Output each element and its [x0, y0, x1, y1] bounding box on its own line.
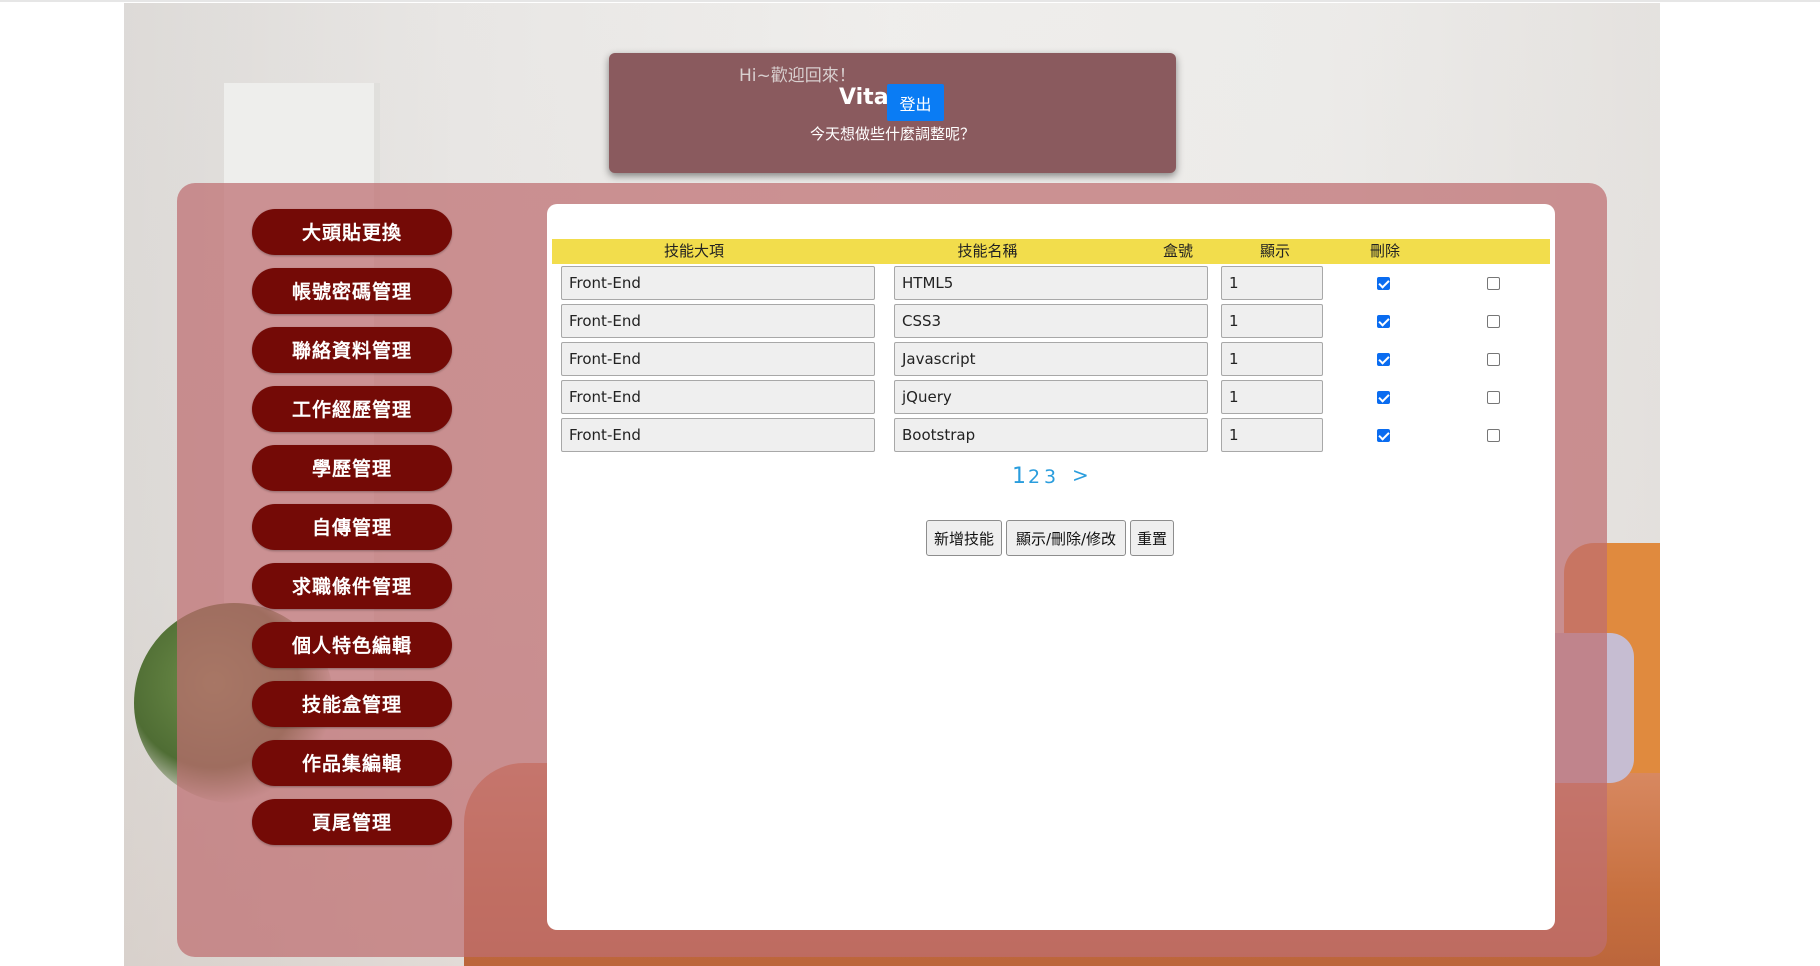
table-row: Front-End HTML5 1	[547, 266, 1555, 302]
skill-name-input[interactable]: Bootstrap	[894, 418, 1208, 452]
skill-name-input[interactable]: Javascript	[894, 342, 1208, 376]
table-header: 技能大項 技能名稱 盒號 顯示 刪除	[552, 239, 1550, 264]
box-number-input[interactable]: 1	[1221, 266, 1323, 300]
menu-footer-button[interactable]: 頁尾管理	[252, 799, 452, 845]
delete-checkbox[interactable]	[1487, 391, 1500, 404]
menu-job-conditions-button[interactable]: 求職條件管理	[252, 563, 452, 609]
menu-autobiography-button[interactable]: 自傳管理	[252, 504, 452, 550]
top-border	[0, 0, 1820, 2]
sidebar-menu: 大頭貼更換 帳號密碼管理 聯絡資料管理 工作經歷管理 學歷管理 自傳管理 求職條…	[252, 209, 452, 858]
category-input[interactable]: Front-End	[561, 266, 875, 300]
greeting-subtitle: 今天想做些什麼調整呢？	[809, 125, 975, 143]
category-input[interactable]: Front-End	[561, 380, 875, 414]
header-delete: 刪除	[1369, 242, 1400, 260]
menu-experience-button[interactable]: 工作經歷管理	[252, 386, 452, 432]
user-name: Vita	[839, 85, 889, 110]
show-checkbox[interactable]	[1377, 277, 1390, 290]
next-page-icon[interactable]: >	[1072, 463, 1089, 487]
header-show: 顯示	[1259, 242, 1290, 260]
menu-contact-button[interactable]: 聯絡資料管理	[252, 327, 452, 373]
menu-account-button[interactable]: 帳號密碼管理	[252, 268, 452, 314]
add-skill-button[interactable]: 新增技能	[926, 520, 1002, 556]
skill-name-input[interactable]: CSS3	[894, 304, 1208, 338]
page-link-3[interactable]: 3	[1044, 466, 1056, 488]
update-skills-button[interactable]: 顯示/刪除/修改	[1006, 520, 1126, 556]
delete-checkbox[interactable]	[1487, 353, 1500, 366]
delete-checkbox[interactable]	[1487, 429, 1500, 442]
box-number-input[interactable]: 1	[1221, 342, 1323, 376]
menu-avatar-button[interactable]: 大頭貼更換	[252, 209, 452, 255]
greeting-card: Hi~歡迎回來！ Vita 登出 今天想做些什麼調整呢？	[609, 53, 1176, 173]
page-link-1[interactable]: 1	[1012, 464, 1026, 489]
box-number-input[interactable]: 1	[1221, 418, 1323, 452]
delete-checkbox[interactable]	[1487, 277, 1500, 290]
delete-checkbox[interactable]	[1487, 315, 1500, 328]
page-link-2[interactable]: 2	[1028, 466, 1040, 488]
menu-skills-button[interactable]: 技能盒管理	[252, 681, 452, 727]
greeting-hi: Hi~歡迎回來！	[739, 66, 856, 86]
table-row: Front-End CSS3 1	[547, 304, 1555, 340]
header-box: 盒號	[1162, 242, 1193, 260]
header-name: 技能名稱	[957, 242, 1018, 260]
table-row: Front-End Javascript 1	[547, 342, 1555, 378]
show-checkbox[interactable]	[1377, 429, 1390, 442]
skills-content: 技能大項 技能名稱 盒號 顯示 刪除 Front-End HTML5 1 Fro…	[547, 204, 1555, 930]
header-category: 技能大項	[663, 242, 724, 260]
box-number-input[interactable]: 1	[1221, 380, 1323, 414]
show-checkbox[interactable]	[1377, 315, 1390, 328]
table-row: Front-End Bootstrap 1	[547, 418, 1555, 454]
category-input[interactable]: Front-End	[561, 304, 875, 338]
menu-education-button[interactable]: 學歷管理	[252, 445, 452, 491]
box-number-input[interactable]: 1	[1221, 304, 1323, 338]
menu-traits-button[interactable]: 個人特色編輯	[252, 622, 452, 668]
table-row: Front-End jQuery 1	[547, 380, 1555, 416]
show-checkbox[interactable]	[1377, 353, 1390, 366]
category-input[interactable]: Front-End	[561, 342, 875, 376]
skill-name-input[interactable]: jQuery	[894, 380, 1208, 414]
menu-portfolio-button[interactable]: 作品集編輯	[252, 740, 452, 786]
reset-button[interactable]: 重置	[1130, 520, 1174, 556]
logout-button[interactable]: 登出	[887, 84, 944, 121]
show-checkbox[interactable]	[1377, 391, 1390, 404]
category-input[interactable]: Front-End	[561, 418, 875, 452]
skill-name-input[interactable]: HTML5	[894, 266, 1208, 300]
